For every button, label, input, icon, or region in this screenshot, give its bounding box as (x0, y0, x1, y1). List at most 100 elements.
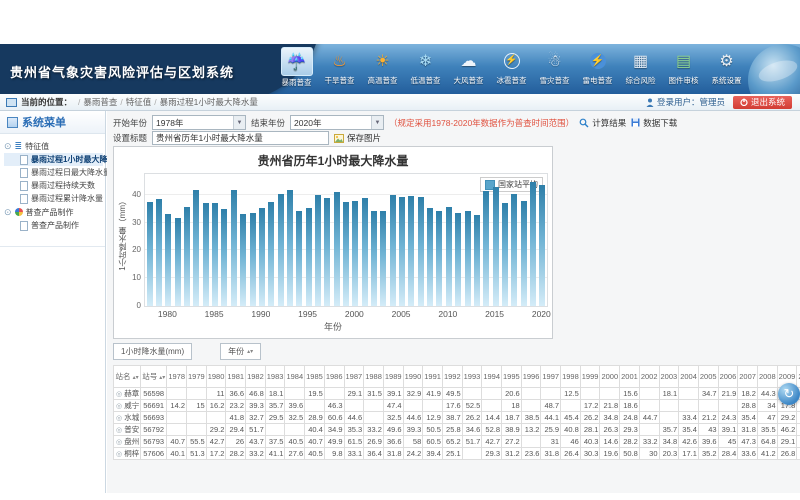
sidebar-item[interactable]: 普查产品制作 (4, 219, 103, 232)
sidebar-item[interactable]: 暴雨过程日最大降水量 (4, 166, 103, 179)
data-download-button[interactable]: 数据下载 (631, 117, 677, 129)
start-year-select[interactable]: 1978年 ▼ (152, 115, 246, 130)
nav-drought-survey[interactable]: ♨干旱普查 (318, 47, 361, 88)
nav-system-settings[interactable]: ⚙系统设置 (705, 47, 748, 88)
year-sort-box[interactable]: 年份 ▴▾ (220, 343, 261, 360)
year-header-2006[interactable]: 2006 (718, 366, 738, 388)
table-row[interactable]: ◎ 威宁5669114.21516.223.239.335.739.646.34… (114, 400, 800, 412)
bar-1999 (343, 202, 349, 306)
unit-filter-box[interactable]: 1小时降水量(mm) (113, 343, 192, 360)
value-cell: 33.2 (639, 436, 659, 448)
year-header-1978[interactable]: 1978 (167, 366, 187, 388)
radio-icon[interactable]: ◎ (116, 427, 122, 434)
nav-rainstorm-survey[interactable]: ☔暴雨普查 (275, 47, 318, 88)
year-header-1995[interactable]: 1995 (502, 366, 522, 388)
year-header-1988[interactable]: 1988 (364, 366, 384, 388)
year-header-2007[interactable]: 2007 (738, 366, 758, 388)
year-header-1990[interactable]: 1990 (403, 366, 423, 388)
x-tick-label: 2020 (526, 309, 556, 319)
breadcrumb-item[interactable]: 暴雨过程1小时最大降水量 (160, 96, 258, 108)
nav-low-temp-survey[interactable]: ❄低温普查 (404, 47, 447, 88)
table-row[interactable]: ◎ 盘州5679340.755.542.72643.737.540.540.74… (114, 436, 800, 448)
value-cell: 35.7 (265, 400, 285, 412)
sidebar-item[interactable]: 暴雨过程持续天数 (4, 179, 103, 192)
value-cell: 35.7 (659, 424, 679, 436)
value-cell: 50.5 (423, 424, 443, 436)
year-header-1997[interactable]: 1997 (541, 366, 561, 388)
year-header-1985[interactable]: 1985 (305, 366, 325, 388)
radio-icon[interactable]: ◎ (116, 415, 122, 422)
chart-title-input[interactable]: 贵州省历年1小时最大降水量 (152, 131, 329, 145)
year-header-1992[interactable]: 1992 (442, 366, 462, 388)
value-cell: 24.2 (403, 448, 423, 460)
value-cell: 26.9 (364, 436, 384, 448)
year-header-2000[interactable]: 2000 (600, 366, 620, 388)
y-tick-label: 30 (125, 218, 141, 227)
station-id-header[interactable]: 站号 ▴▾ (141, 366, 167, 388)
bar-1995 (306, 208, 312, 306)
bar-1988 (240, 214, 246, 306)
breadcrumb-item[interactable]: 暴雨普查 (83, 96, 117, 108)
value-cell: 35.5 (757, 424, 777, 436)
chevron-down-icon: ▼ (233, 116, 245, 129)
radio-icon[interactable]: ◎ (116, 439, 122, 446)
sidebar-item[interactable]: 暴雨过程累计降水量 (4, 192, 103, 205)
year-header-1996[interactable]: 1996 (521, 366, 541, 388)
radio-icon[interactable]: ◎ (116, 391, 122, 398)
nav-wind-survey[interactable]: ☁大风普查 (447, 47, 490, 88)
year-header-1987[interactable]: 1987 (344, 366, 364, 388)
table-row[interactable]: ◎ 水城5669341.832.729.532.528.960.644.632.… (114, 412, 800, 424)
year-header-1980[interactable]: 1980 (206, 366, 226, 388)
bar-2015 (493, 187, 499, 306)
station-name-header[interactable]: 站名 ▴▾ (114, 366, 141, 388)
bar-1982 (184, 207, 190, 306)
value-cell (285, 388, 305, 400)
expander-icon[interactable]: ⊙ (4, 141, 12, 152)
logout-button[interactable]: 退出系统 (733, 96, 792, 109)
year-header-1981[interactable]: 1981 (226, 366, 246, 388)
year-header-1979[interactable]: 1979 (187, 366, 207, 388)
nav-hail-survey[interactable]: ⚡冰雹普查 (490, 47, 533, 88)
calc-result-button[interactable]: 计算结果 (579, 117, 626, 129)
end-year-select[interactable]: 2020年 ▼ (290, 115, 384, 130)
bar-1990 (259, 208, 265, 306)
year-header-2002[interactable]: 2002 (639, 366, 659, 388)
sidebar-node-普查产品制作[interactable]: ⊙普查产品制作 (4, 205, 103, 219)
nav-lightning-survey[interactable]: ⚡雷电普查 (576, 47, 619, 88)
year-header-1993[interactable]: 1993 (462, 366, 482, 388)
breadcrumb-item[interactable]: 特征值 (126, 96, 152, 108)
radio-icon[interactable]: ◎ (116, 451, 122, 458)
year-header-2003[interactable]: 2003 (659, 366, 679, 388)
year-header-1986[interactable]: 1986 (324, 366, 344, 388)
radio-icon[interactable]: ◎ (116, 403, 122, 410)
nav-map-review[interactable]: ▤图件审核 (662, 47, 705, 88)
year-header-1998[interactable]: 1998 (561, 366, 581, 388)
year-header-2005[interactable]: 2005 (698, 366, 718, 388)
year-header-1984[interactable]: 1984 (285, 366, 305, 388)
nav-high-temp-survey[interactable]: ☀高温普查 (361, 47, 404, 88)
nav-snow-survey[interactable]: ☃雪灾普查 (533, 47, 576, 88)
table-row[interactable]: ◎ 赫章565981136.646.818.119.529.131.539.13… (114, 388, 800, 400)
table-row[interactable]: ◎ 桐梓5760640.151.317.228.233.241.127.640.… (114, 448, 800, 460)
chart-title-input-value: 贵州省历年1小时最大降水量 (156, 132, 263, 144)
value-cell: 39.1 (383, 388, 403, 400)
bar-2011 (455, 213, 461, 306)
year-header-1982[interactable]: 1982 (246, 366, 266, 388)
floating-widget[interactable]: ↻ (778, 383, 800, 405)
value-cell: 21.8 (600, 400, 620, 412)
expander-icon[interactable]: ⊙ (4, 207, 12, 218)
year-header-1994[interactable]: 1994 (482, 366, 502, 388)
save-image-button[interactable]: 保存图片 (334, 132, 381, 144)
table-row[interactable]: ◎ 普安5679229.229.451.740.434.935.333.249.… (114, 424, 800, 436)
sidebar-node-特征值[interactable]: ⊙≣特征值 (4, 139, 103, 153)
year-header-1991[interactable]: 1991 (423, 366, 443, 388)
year-header-2004[interactable]: 2004 (679, 366, 699, 388)
page-icon (20, 194, 28, 204)
nav-composite-risk[interactable]: ▦综合风险 (619, 47, 662, 88)
year-header-1983[interactable]: 1983 (265, 366, 285, 388)
sidebar-item[interactable]: 暴雨过程1小时最大降水量 (4, 153, 103, 166)
year-header-2008[interactable]: 2008 (757, 366, 777, 388)
year-header-2001[interactable]: 2001 (620, 366, 640, 388)
year-header-1999[interactable]: 1999 (580, 366, 600, 388)
year-header-1989[interactable]: 1989 (383, 366, 403, 388)
